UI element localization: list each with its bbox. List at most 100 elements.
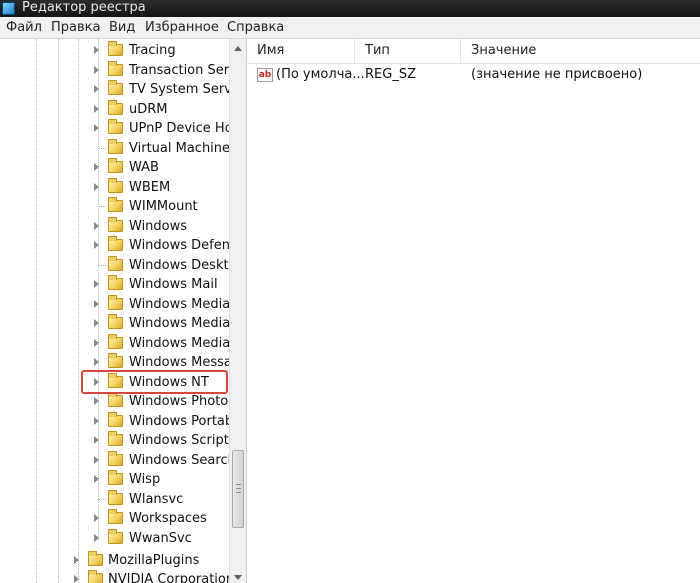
expand-arrow-icon[interactable] (94, 105, 99, 113)
highlight-box (81, 370, 228, 394)
tree-item-label: NVIDIA Corporation (108, 572, 235, 583)
expand-arrow-icon[interactable] (94, 397, 99, 405)
column-header-value[interactable]: Значение (461, 39, 700, 63)
value-type-cell: REG_SZ (365, 67, 416, 82)
folder-icon (108, 295, 123, 310)
tree-item-label: WwanSvc (129, 531, 192, 546)
folder-icon (108, 197, 123, 212)
expand-arrow-icon[interactable] (94, 436, 99, 444)
expand-arrow-icon[interactable] (94, 280, 99, 288)
tree-item[interactable]: Windows Defenc (0, 236, 237, 255)
value-name-cell[interactable]: (По умолча... (276, 65, 365, 85)
expand-arrow-icon[interactable] (94, 163, 99, 171)
tree-vertical-scrollbar[interactable] (229, 39, 246, 583)
tree-item[interactable]: Windows Media (0, 334, 230, 353)
expand-arrow-icon[interactable] (94, 300, 99, 308)
column-header-type[interactable]: Тип (355, 39, 461, 63)
tree-item[interactable]: Virtual Machine (0, 139, 230, 158)
tree-item[interactable]: Workspaces (0, 509, 229, 528)
tree-item[interactable]: Windows Script I (0, 431, 237, 450)
scroll-down-arrow-icon[interactable] (234, 575, 242, 580)
tree-item[interactable]: Wisp (0, 470, 229, 489)
folder-icon (108, 158, 123, 173)
expand-arrow-icon[interactable] (94, 514, 99, 522)
regedit-app-icon (2, 2, 15, 15)
tree-item-label: Transaction Serve (129, 63, 245, 78)
expand-arrow-icon[interactable] (94, 85, 99, 93)
tree-item[interactable]: Windows Deskto (0, 256, 237, 275)
tree-connector (98, 148, 106, 149)
tree-item[interactable]: WIMMount (0, 197, 229, 216)
expand-arrow-icon[interactable] (94, 319, 99, 327)
header-divider (247, 63, 700, 64)
expand-arrow-icon[interactable] (94, 358, 99, 366)
tree-item[interactable]: Windows Portab (0, 412, 233, 431)
tree-item-label: WAB (129, 160, 159, 175)
scrollbar-thumb[interactable] (232, 450, 244, 528)
tree-item[interactable]: Windows Media (0, 314, 230, 333)
folder-icon (108, 100, 123, 115)
tree-item[interactable]: TV System Servic (0, 80, 243, 99)
folder-icon (108, 236, 123, 251)
tree-item-label: UPnP Device Hos (129, 121, 240, 136)
tree-item[interactable]: WwanSvc (0, 529, 229, 548)
folder-icon (108, 470, 123, 485)
tree-item-label: WIMMount (129, 199, 198, 214)
expand-arrow-icon[interactable] (94, 241, 99, 249)
folder-icon (108, 61, 123, 76)
menu-favorites[interactable]: Избранное (145, 19, 219, 37)
tree-item-label: Windows Photo V (129, 394, 242, 409)
column-header-name[interactable]: Имя (247, 39, 355, 63)
tree-item[interactable]: uDRM (0, 100, 229, 119)
expand-arrow-icon[interactable] (94, 456, 99, 464)
folder-icon (108, 314, 123, 329)
tree-item-label: Windows Media (129, 297, 231, 312)
folder-icon (108, 529, 123, 544)
menu-view[interactable]: Вид (109, 19, 135, 37)
folder-icon (88, 570, 103, 583)
tree-item[interactable]: Transaction Serve (0, 61, 245, 80)
menu-bar: Файл Правка Вид Избранное Справка (0, 17, 700, 39)
tree-item-label: Windows Portab (129, 414, 234, 429)
expand-arrow-icon[interactable] (74, 556, 79, 564)
folder-icon (88, 551, 103, 566)
tree-item[interactable]: MozillaPlugins (0, 551, 229, 570)
tree-item-label: TV System Servic (129, 82, 243, 97)
folder-icon (108, 41, 123, 56)
tree-item-label: Tracing (129, 43, 176, 58)
tree-item-label: Workspaces (129, 511, 207, 526)
expand-arrow-icon[interactable] (94, 339, 99, 347)
menu-help[interactable]: Справка (227, 19, 284, 37)
expand-arrow-icon[interactable] (94, 475, 99, 483)
menu-edit[interactable]: Правка (51, 19, 100, 37)
window-title: Редактор реестра (22, 0, 146, 15)
folder-icon (108, 490, 123, 505)
expand-arrow-icon[interactable] (94, 124, 99, 132)
tree-item[interactable]: NVIDIA Corporation (0, 570, 234, 583)
tree-item[interactable]: Windows Search (0, 451, 236, 470)
folder-icon (108, 451, 123, 466)
menu-file[interactable]: Файл (6, 19, 42, 37)
tree-connector (98, 499, 106, 500)
tree-item[interactable]: Windows (0, 217, 229, 236)
tree-item[interactable]: UPnP Device Hos (0, 119, 239, 138)
tree-item[interactable]: Windows Photo V (0, 392, 241, 411)
expand-arrow-icon[interactable] (74, 575, 79, 583)
tree-item-label: Windows Search (129, 453, 236, 468)
scroll-up-arrow-icon[interactable] (234, 46, 242, 51)
tree-item[interactable]: Windows Media (0, 295, 231, 314)
expand-arrow-icon[interactable] (94, 534, 99, 542)
tree-item[interactable]: WAB (0, 158, 229, 177)
expand-arrow-icon[interactable] (94, 183, 99, 191)
expand-arrow-icon[interactable] (94, 66, 99, 74)
tree-item-label: MozillaPlugins (108, 553, 200, 568)
tree-item[interactable]: Windows Mail (0, 275, 229, 294)
expand-arrow-icon[interactable] (94, 222, 99, 230)
tree-item[interactable]: WBEM (0, 178, 229, 197)
tree-item[interactable]: Wlansvc (0, 490, 229, 509)
tree-item-label: Windows Script I (129, 433, 237, 448)
folder-icon (108, 139, 123, 154)
expand-arrow-icon[interactable] (94, 417, 99, 425)
tree-item[interactable]: Tracing (0, 41, 229, 60)
expand-arrow-icon[interactable] (94, 46, 99, 54)
